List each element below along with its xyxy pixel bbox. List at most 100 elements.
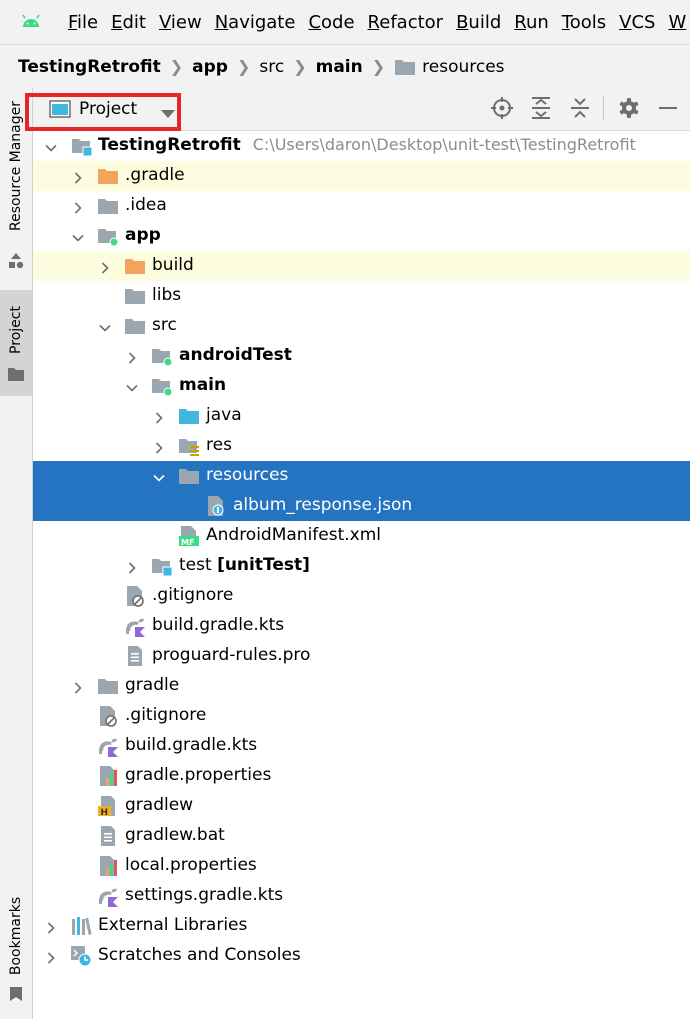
expand-all-icon[interactable]	[529, 96, 553, 120]
chevron-right-icon[interactable]	[153, 439, 165, 454]
tree-row-test[interactable]: test [unitTest]	[33, 551, 690, 581]
chevron-right-icon[interactable]	[45, 919, 57, 934]
folder-icon	[97, 195, 119, 217]
tree-row-app-build-gradle-kts[interactable]: build.gradle.kts	[33, 611, 690, 641]
menu-refactor[interactable]: Refactor	[368, 12, 444, 33]
tree-row-res[interactable]: res	[33, 431, 690, 461]
chevron-right-icon[interactable]	[99, 259, 111, 274]
properties-file-icon	[97, 765, 119, 787]
chevron-down-icon[interactable]	[153, 469, 165, 482]
bookmark-icon	[9, 986, 23, 1002]
chevron-right-icon[interactable]	[72, 169, 84, 184]
tree-row-libs[interactable]: libs	[33, 281, 690, 311]
tree-row-resources[interactable]: resources	[33, 461, 690, 491]
gradle-kts-icon	[97, 885, 119, 907]
tree-row-root-build-gradle-kts[interactable]: build.gradle.kts	[33, 731, 690, 761]
menu-build[interactable]: Build	[456, 12, 501, 33]
project-toolbar: Project	[33, 88, 690, 131]
tree-row-scratches-and-consoles[interactable]: Scratches and Consoles	[33, 941, 690, 971]
folder-icon	[97, 675, 119, 697]
tree-row-proguard-rules[interactable]: proguard-rules.pro	[33, 641, 690, 671]
tree-row-gradle-properties[interactable]: gradle.properties	[33, 761, 690, 791]
menu-file[interactable]: File	[68, 12, 98, 33]
tree-row-app-gitignore[interactable]: .gitignore	[33, 581, 690, 611]
tree-row-build[interactable]: build	[33, 251, 690, 281]
tree-row-testingretrofit[interactable]: TestingRetrofit C:\Users\daron\Desktop\un…	[33, 131, 690, 161]
collapse-all-icon[interactable]	[568, 96, 592, 120]
tree-row-album-response-json[interactable]: album_response.json	[33, 491, 690, 521]
tree-row-java[interactable]: java	[33, 401, 690, 431]
menu-tools[interactable]: Tools	[562, 12, 606, 33]
chevron-down-icon[interactable]	[126, 379, 138, 392]
tree-row-external-libraries[interactable]: External Libraries	[33, 911, 690, 941]
chevron-down-icon[interactable]	[45, 139, 57, 152]
menu-run[interactable]: Run	[514, 12, 549, 33]
tab-bookmarks[interactable]: Bookmarks	[0, 888, 32, 1006]
android-logo-icon	[16, 11, 46, 33]
locate-crosshair-icon[interactable]	[490, 96, 514, 120]
tree-row-root-gitignore[interactable]: .gitignore	[33, 701, 690, 731]
tree-row-idea[interactable]: .idea	[33, 191, 690, 221]
source-folder-icon	[151, 375, 173, 397]
minimize-icon[interactable]	[656, 96, 680, 120]
project-view-dropdown[interactable]: Project	[49, 94, 176, 124]
chevron-right-icon[interactable]	[126, 349, 138, 364]
project-tree[interactable]: TestingRetrofit C:\Users\daron\Desktop\un…	[33, 131, 690, 1001]
menu-code[interactable]: Code	[308, 12, 354, 33]
chevron-right-icon: ❯	[236, 57, 251, 76]
tree-item-label: AndroidManifest.xml	[206, 525, 382, 545]
tree-row-src[interactable]: src	[33, 311, 690, 341]
tree-item-label: resources	[206, 465, 289, 485]
shapes-icon	[7, 252, 25, 270]
breadcrumb-item-resources[interactable]: resources	[422, 57, 504, 77]
folder-icon	[394, 58, 416, 76]
manifest-file-icon: MF	[178, 525, 200, 547]
tree-item-label: settings.gradle.kts	[125, 885, 284, 905]
breadcrumb-item-main[interactable]: main	[316, 57, 363, 77]
tab-resource-manager[interactable]: Resource Manager	[0, 98, 32, 288]
menu-edit[interactable]: Edit	[111, 12, 146, 33]
triangle-down-icon	[161, 104, 176, 118]
chevron-right-icon[interactable]	[72, 199, 84, 214]
chevron-right-icon[interactable]	[153, 409, 165, 424]
gear-icon[interactable]	[617, 96, 641, 120]
tree-row-settings-gradle-kts[interactable]: settings.gradle.kts	[33, 881, 690, 911]
tree-row-main[interactable]: main	[33, 371, 690, 401]
tree-row-gradlew-bat[interactable]: gradlew.bat	[33, 821, 690, 851]
chevron-right-icon[interactable]	[45, 949, 57, 964]
shell-file-icon: H	[97, 795, 119, 818]
breadcrumb-item-project[interactable]: TestingRetrofit	[18, 57, 161, 77]
tree-row-app[interactable]: app	[33, 221, 690, 251]
tree-row-gradle-folder[interactable]: gradle	[33, 671, 690, 701]
res-folder-icon	[178, 435, 200, 457]
tree-row-androidmanifest[interactable]: MF AndroidManifest.xml	[33, 521, 690, 551]
tab-project[interactable]: Project	[0, 290, 32, 396]
toolbar-divider	[603, 96, 604, 120]
tree-row-androidtest[interactable]: androidTest	[33, 341, 690, 371]
menu-navigate[interactable]: Navigate	[215, 12, 296, 33]
tree-item-label: proguard-rules.pro	[152, 645, 311, 665]
breadcrumb-item-app[interactable]: app	[192, 57, 228, 77]
menu-bar: File Edit View Navigate Code Refactor Bu…	[0, 0, 690, 44]
chevron-down-icon[interactable]	[72, 229, 84, 242]
tree-item-label: External Libraries	[98, 915, 248, 935]
folder-icon	[124, 315, 146, 337]
chevron-right-icon[interactable]	[126, 559, 138, 574]
tree-row-gradlew[interactable]: H gradlew	[33, 791, 690, 821]
menu-view[interactable]: View	[159, 12, 202, 33]
chevron-right-icon: ❯	[169, 57, 184, 76]
breadcrumb-item-src[interactable]: src	[259, 57, 284, 77]
tree-row-gradle-cache[interactable]: .gradle	[33, 161, 690, 191]
chevron-right-icon[interactable]	[72, 679, 84, 694]
tree-row-local-properties[interactable]: local.properties	[33, 851, 690, 881]
tab-bookmarks-label: Bookmarks	[8, 896, 24, 976]
tree-item-label: gradlew.bat	[125, 825, 225, 845]
menu-vcs[interactable]: VCS	[619, 12, 655, 33]
folder-icon	[124, 285, 146, 307]
scratches-icon	[70, 945, 92, 967]
gradle-kts-icon	[97, 735, 119, 757]
gradle-kts-icon	[124, 615, 146, 637]
tree-item-label: .gitignore	[125, 705, 207, 725]
menu-window[interactable]: W	[668, 12, 686, 33]
chevron-down-icon[interactable]	[99, 319, 111, 332]
